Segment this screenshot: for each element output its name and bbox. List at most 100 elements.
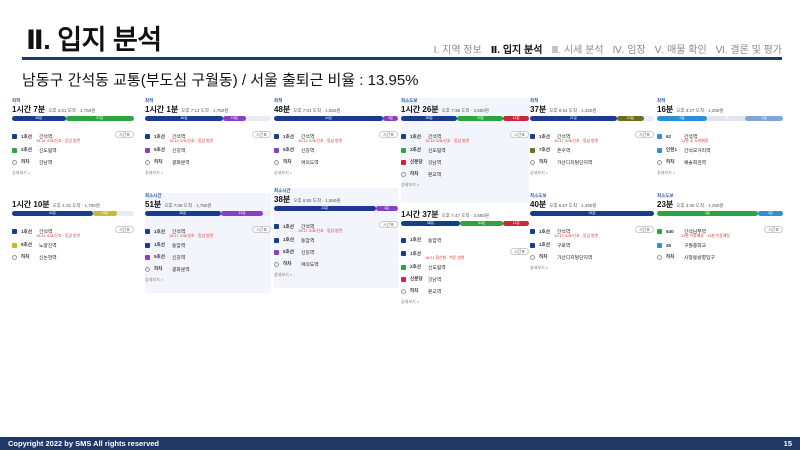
timetable-button[interactable]: 시간표 [763, 226, 783, 233]
route-card[interactable]: 1시간 37분 오후 7:47 도착 · 3,650원 38분 34분 11분 1호선 동암… [401, 203, 529, 308]
line-name: 하차 [410, 171, 419, 176]
route-segment: 11분 [503, 116, 529, 121]
transit-icon [274, 147, 279, 153]
route-step: 신분당 강남역 [401, 156, 529, 168]
timetable-button[interactable]: 시간표 [114, 131, 134, 138]
line-name: 1호선 [539, 133, 551, 139]
route-step: 1호선 간석역 19:13 소요/신호 · 동암 방면 시간표 [12, 224, 134, 239]
transit-icon [12, 147, 17, 153]
timetable-button[interactable]: 시간표 [114, 226, 134, 233]
route-card[interactable]: 최소도보 40분 오후 6:57 도착 · 1,450원 33분 1호선 간석역 19:17… [530, 193, 654, 285]
details-link[interactable]: 상세보기 > [401, 299, 529, 305]
timetable-button[interactable]: 시간표 [378, 221, 398, 228]
walk-icon [657, 159, 662, 165]
title-divider [22, 57, 782, 60]
timetable-button[interactable]: 시간표 [251, 131, 271, 138]
route-card[interactable]: 최적 16분 오후 3:27 도착 · 1,250원 6분 4분 4분 62 간석역 13분 후… [657, 98, 783, 190]
route-card[interactable]: 최적 1시간 7분 오후 4:21 도착 · 1,750원 35분 27분 1호선 간석역 1… [12, 98, 134, 190]
route-timeline-bar: 38분 34분 11분 [401, 221, 529, 226]
transit-icon [401, 264, 406, 270]
route-card[interactable]: 최소도보 23분 오후 3:36 도착 · 1,250원 4분 4분 540 간석남부역 13… [657, 193, 783, 285]
route-segment: 21분 [530, 116, 617, 121]
timetable-button[interactable]: 시간표 [378, 131, 398, 138]
route-card[interactable]: 1시간 10분 오후 4:32 도착 · 1,750원 44분 14분 1호선 간석역 19… [12, 193, 134, 263]
line-name: 62 [666, 134, 672, 139]
route-card[interactable]: 최적 37분 오후 9:54 도착 · 1,450원 21분 13분 1호선 간석역 19:1… [530, 98, 654, 190]
route-step: 1호선 간석역 19:17 소요/신호 · 동암 방면 시간표 [530, 224, 654, 239]
details-link[interactable]: 상세보기 > [401, 182, 529, 188]
route-segment: 14분 [92, 211, 117, 216]
details-link[interactable]: 상세보기 > [530, 265, 654, 271]
walk-icon [12, 254, 17, 260]
route-step: 1호선 간석역 19:17 소요/신호 · 동암 방면 시간표 [530, 129, 654, 144]
route-timeline-bar: 38분 13분 [145, 211, 271, 216]
route-duration: 1시간 37분 [401, 210, 439, 219]
transit-icon [401, 237, 406, 243]
route-duration: 16분 [657, 105, 674, 114]
route-step: 9호선 노량진역 [12, 239, 134, 251]
route-segment: 13분 [616, 116, 645, 121]
route-header: 1시간 7분 오후 4:21 도착 · 1,750원 [12, 104, 134, 114]
departure-note: 13분 이동예정 · 13분 이동예정 [681, 233, 730, 238]
route-segment: 35분 [12, 116, 66, 121]
details-link[interactable]: 상세보기 > [145, 170, 271, 176]
details-link[interactable]: 상세보기 > [274, 170, 398, 176]
transit-icon [657, 242, 662, 248]
route-header: 37분 오후 9:54 도착 · 1,450원 [530, 104, 654, 114]
station-name: 동암역 [301, 238, 315, 244]
route-card[interactable]: 최소시간 38분 오후 6:55 도착 · 1,550원 33분 4분 1호선 간석역 19:… [274, 188, 398, 288]
walk-icon [274, 261, 279, 267]
route-arrival-fare: 오후 7:38 도착 · 3,650원 [441, 108, 489, 113]
route-step: 1호선 간석역 19:13 소요/신호 · 동암 방면 시간표 [401, 129, 529, 144]
nav-item-price[interactable]: Ⅲ. 시세 분석 [551, 41, 603, 56]
transit-icon [274, 134, 279, 139]
transit-icon [145, 229, 150, 234]
station-name: 노량진역 [39, 243, 57, 249]
line-name: 1호선 [410, 133, 422, 139]
nav-item-conclusion[interactable]: Ⅵ. 결론 및 평가 [716, 41, 782, 56]
line-name: 인천1 [666, 147, 678, 152]
line-name: 하차 [154, 266, 163, 271]
route-step: 1호선 동암역 [145, 239, 271, 251]
line-name: 신분당 [410, 276, 423, 281]
line-name: 1호선 [21, 133, 33, 139]
departure-note: 19:17 소요/신호 · 동암 방면 [554, 138, 598, 143]
transit-icon [274, 224, 279, 229]
transit-icon [657, 147, 662, 153]
timetable-button[interactable]: 시간표 [509, 248, 529, 255]
station-name: 신도림역 [428, 265, 446, 271]
timetable-button[interactable]: 시간표 [509, 131, 529, 138]
nav-item-location[interactable]: Ⅱ. 입지 분석 [491, 41, 543, 56]
departure-note: 13분 후 도착예정 [681, 138, 709, 143]
route-step: 7호선 온수역 [530, 144, 654, 156]
timetable-button[interactable]: 시간표 [634, 131, 654, 138]
departure-note: 19:13 소요/신호 · 동암 방면 [169, 138, 213, 143]
details-link[interactable]: 상세보기 > [530, 170, 654, 176]
details-link[interactable]: 상세보기 > [145, 277, 271, 283]
route-header: 38분 오후 6:55 도착 · 1,550원 [274, 194, 398, 204]
route-card[interactable]: 최적 48분 오후 7:01 도착 · 1,550원 44분 4분 1호선 간석역 19:13… [274, 98, 398, 188]
page-number: 15 [783, 439, 792, 448]
nav-item-visit[interactable]: Ⅳ. 임장 [612, 41, 645, 56]
details-link[interactable]: 상세보기 > [274, 272, 398, 278]
route-card[interactable]: 최소시간 51분 오후 7:08 도착 · 1,750원 38분 13분 1호선 간석역 19… [145, 193, 271, 293]
station-name: 가산디지털단지역 [557, 255, 593, 261]
route-card[interactable]: 최적 1시간 1분 오후 7:14 도착 · 1,750원 45분 19분 1호선 간석역 1… [145, 98, 271, 190]
nav-item-listing[interactable]: Ⅴ. 매물 확인 [655, 41, 707, 56]
line-name: 45 [666, 242, 672, 248]
route-timeline-bar: 44분 14분 [12, 211, 134, 216]
details-link[interactable]: 상세보기 > [12, 170, 134, 176]
station-name: 동암역 [428, 238, 442, 244]
timetable-button[interactable]: 시간표 [251, 226, 271, 233]
walk-icon [530, 159, 535, 165]
station-name: 예술회관역 [684, 160, 707, 166]
transit-icon [12, 242, 17, 248]
nav-item-region[interactable]: Ⅰ. 지역 정보 [434, 41, 482, 56]
route-step: 하차 가산디지털단지역 [530, 251, 654, 263]
details-link[interactable]: 상세보기 > [657, 170, 783, 176]
walk-icon [401, 288, 406, 294]
transit-icon [657, 229, 662, 234]
route-step: 1호선 16:31 환산형 · 백운 방면 시간표 [401, 246, 529, 261]
timetable-button[interactable]: 시간표 [634, 226, 654, 233]
route-card[interactable]: 최소도보 1시간 26분 오후 7:38 도착 · 3,650원 35분 33분 11분 1… [401, 98, 529, 203]
